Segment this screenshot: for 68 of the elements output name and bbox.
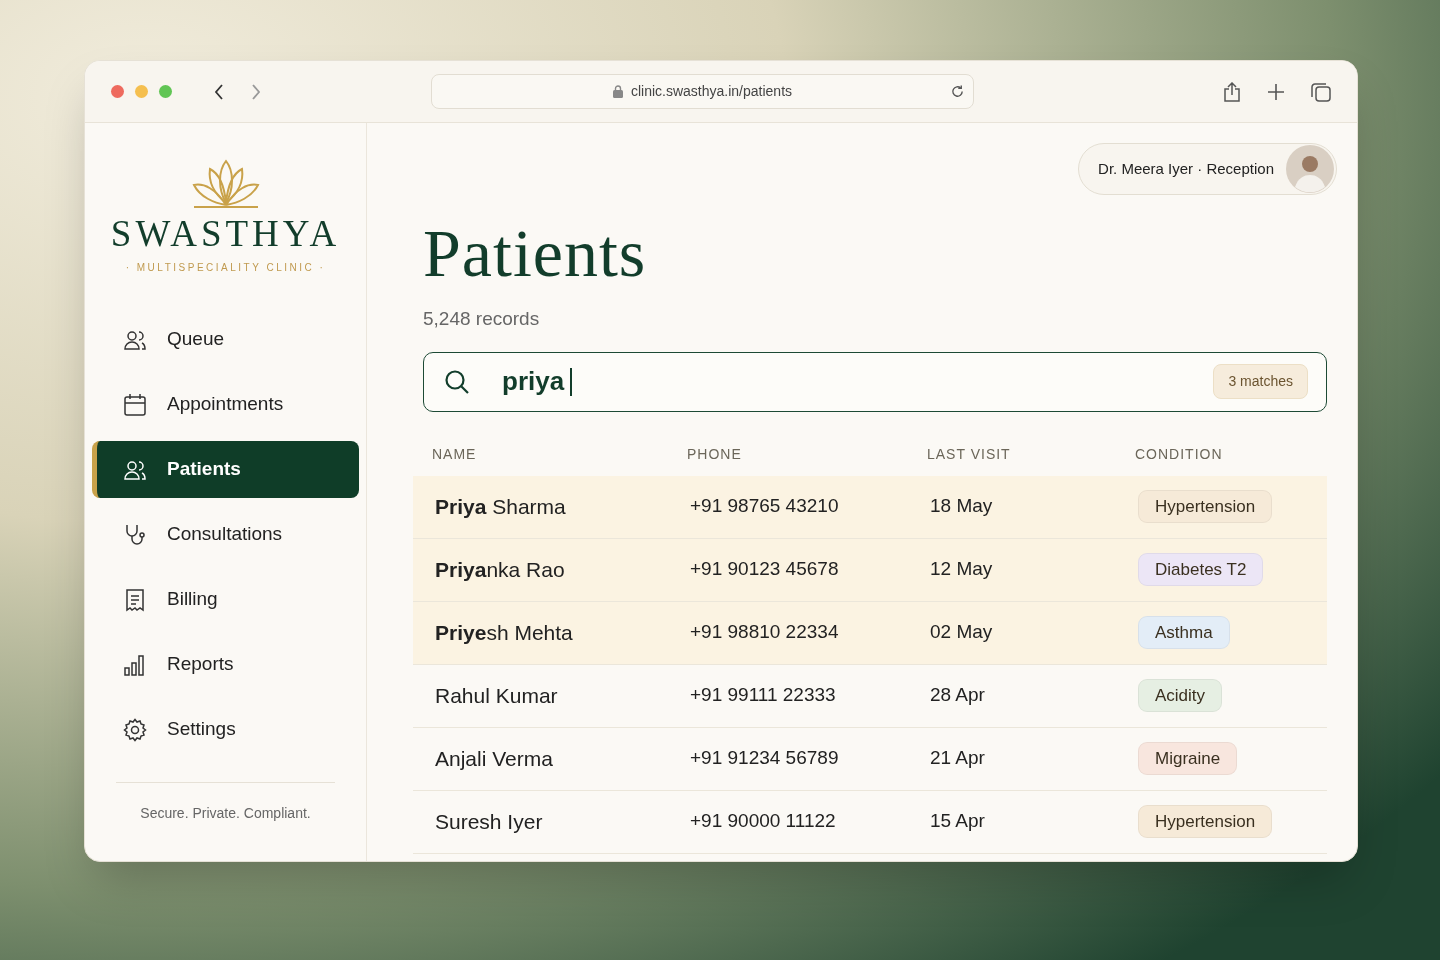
column-header: LAST VISIT [927, 445, 1011, 462]
visit-date: 12 May [930, 558, 993, 580]
table-row[interactable]: Priyesh Mehta +91 98810 22334 02 May Asthma [413, 601, 1327, 665]
tabs-icon[interactable] [1311, 81, 1331, 102]
footer-text: Secure. Private. Compliant. [140, 805, 311, 821]
patient-name: Priyesh Mehta [435, 620, 573, 644]
patient-name: Suresh Iyer [435, 809, 543, 833]
phone-cell: +91 98765 43210 [690, 495, 839, 517]
visit-date: 18 May [930, 495, 993, 517]
address-bar[interactable]: clinic.swasthya.in/patients [431, 74, 974, 109]
stethoscope-icon [123, 522, 147, 547]
brand-name: SWASTHYA [110, 215, 341, 252]
phone-cell: +91 98810 22334 [690, 621, 839, 643]
table-row[interactable]: Suresh Iyer +91 90000 11122 15 Apr Hypertension [413, 790, 1327, 854]
user-chip[interactable]: Dr. Meera Iyer · Reception [1078, 143, 1337, 195]
patient-name: Priyanka Rao [435, 557, 565, 581]
nav-item[interactable]: Billing [92, 571, 359, 628]
nav-item[interactable]: Reports [92, 636, 359, 693]
condition-tag: Diabetes T2 [1138, 552, 1264, 586]
reload-icon[interactable] [950, 84, 965, 99]
condition-tag: Hypertension [1138, 489, 1273, 523]
close-button[interactable] [111, 85, 124, 98]
visit-date: 28 Apr [930, 684, 985, 706]
avatar [1286, 145, 1334, 193]
user-label: Dr. Meera Iyer · Reception [1098, 158, 1274, 179]
share-icon[interactable] [1223, 81, 1241, 102]
table-row[interactable]: Priya Sharma +91 98765 43210 18 May Hypertension [413, 475, 1327, 539]
bar-chart-icon [123, 652, 147, 677]
visit-date: 15 Apr [930, 810, 985, 832]
visit-date: 02 May [930, 621, 993, 643]
nav-item[interactable]: Consultations [92, 506, 359, 563]
phone-cell: +91 90000 11122 [690, 810, 836, 832]
column-header: NAME [432, 445, 477, 462]
condition-tag: Asthma [1138, 615, 1230, 649]
table-row[interactable]: Priyanka Rao +91 90123 45678 12 May Diabetes T2 [413, 538, 1327, 602]
forward-icon[interactable] [251, 82, 261, 101]
table-row[interactable]: Rahul Kumar +91 99111 22333 28 Apr Acidity [413, 664, 1327, 728]
search-icon [444, 368, 470, 395]
nav-item[interactable]: Settings [92, 701, 359, 758]
phone-cell: +91 99111 22333 [690, 684, 836, 706]
patient-name: Priya Sharma [435, 494, 566, 518]
table-row[interactable]: Anjali Verma +91 91234 56789 21 Apr Migraine [413, 727, 1327, 791]
column-header: CONDITION [1135, 445, 1223, 462]
condition-tag: Migraine [1138, 741, 1238, 775]
record-count: 5,248 records [423, 307, 541, 331]
search-text: priya [502, 365, 565, 398]
phone-cell: +91 90123 45678 [690, 558, 839, 580]
url-text: clinic.swasthya.in/patients [630, 82, 793, 101]
calendar-icon [123, 392, 147, 417]
receipt-icon [123, 587, 147, 612]
column-header: PHONE [687, 445, 742, 462]
back-icon[interactable] [214, 82, 224, 101]
nav-item[interactable]: Appointments [92, 376, 359, 433]
nav-item[interactable]: Patients [92, 441, 359, 498]
brand-tagline: · MULTISPECIALITY CLINIC · [125, 261, 326, 275]
condition-tag: Hypertension [1138, 804, 1273, 838]
search-field[interactable]: priya 3 matches [423, 351, 1327, 412]
plus-icon[interactable] [1267, 82, 1285, 101]
settings-icon [123, 717, 147, 742]
patient-name: Rahul Kumar [435, 683, 558, 707]
visit-date: 21 Apr [930, 747, 985, 769]
page-title: Patients [423, 219, 648, 287]
nav-item[interactable]: Queue [92, 311, 359, 368]
phone-cell: +91 91234 56789 [690, 747, 839, 769]
lock-icon [612, 85, 623, 98]
patient-name: Anjali Verma [435, 746, 553, 770]
condition-tag: Acidity [1138, 678, 1223, 712]
match-count: 3 matches [1213, 364, 1308, 399]
